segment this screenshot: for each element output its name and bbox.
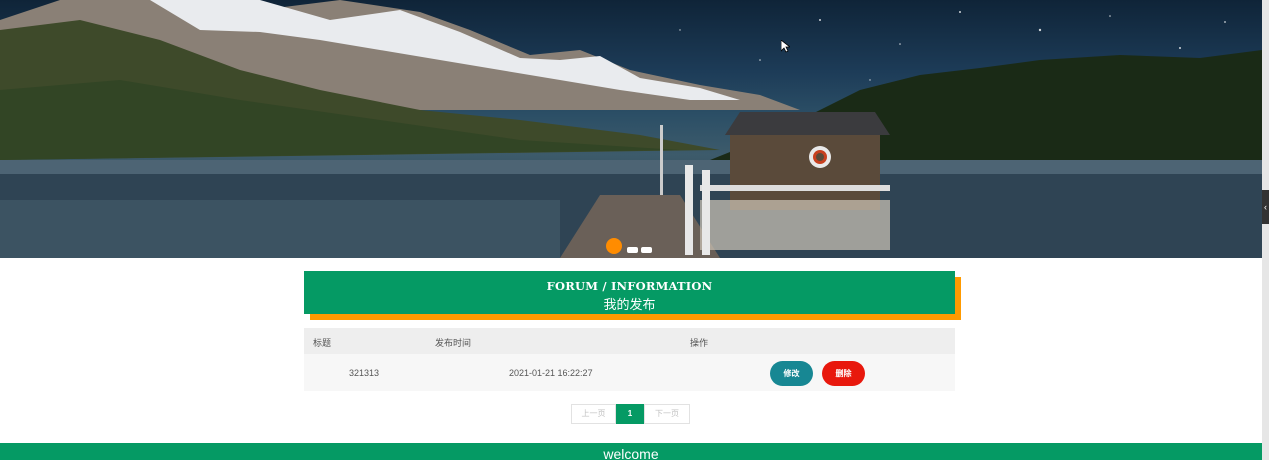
section-title-chinese: 我的发布: [603, 297, 656, 312]
carousel-dot-1[interactable]: [606, 238, 622, 254]
column-header-title: 标题: [313, 338, 332, 348]
collapse-chevron-icon[interactable]: ‹: [1262, 190, 1269, 224]
table-header: 标题 发布时间 操作: [304, 328, 955, 354]
page-scrollbar[interactable]: [1262, 0, 1269, 460]
banner-landscape-image: [0, 0, 1262, 258]
delete-button[interactable]: 删除: [822, 361, 865, 386]
carousel-dot-2[interactable]: [627, 247, 638, 253]
hero-banner-carousel[interactable]: [0, 0, 1262, 258]
section-title-english: FORUM / INFORMATION: [546, 279, 713, 293]
footer-welcome: welcome: [0, 443, 1262, 462]
edit-button[interactable]: 修改: [770, 361, 813, 386]
pagination: 上一页 1 下一页: [571, 404, 690, 424]
next-page-button[interactable]: 下一页: [644, 404, 690, 424]
section-title: FORUM / INFORMATION 我的发布: [304, 271, 955, 314]
row-title: 321313: [349, 368, 380, 378]
column-header-time: 发布时间: [435, 338, 472, 348]
carousel-dot-3[interactable]: [641, 247, 652, 253]
table-row: 321313 2021-01-21 16:22:27 修改 删除: [304, 354, 955, 391]
row-publish-time: 2021-01-21 16:22:27: [509, 368, 593, 378]
page-number-current[interactable]: 1: [616, 404, 644, 424]
my-posts-table: 标题 发布时间 操作 321313 2021-01-21 16:22:27 修改…: [304, 328, 955, 391]
column-header-actions: 操作: [690, 338, 709, 348]
prev-page-button[interactable]: 上一页: [571, 404, 616, 424]
